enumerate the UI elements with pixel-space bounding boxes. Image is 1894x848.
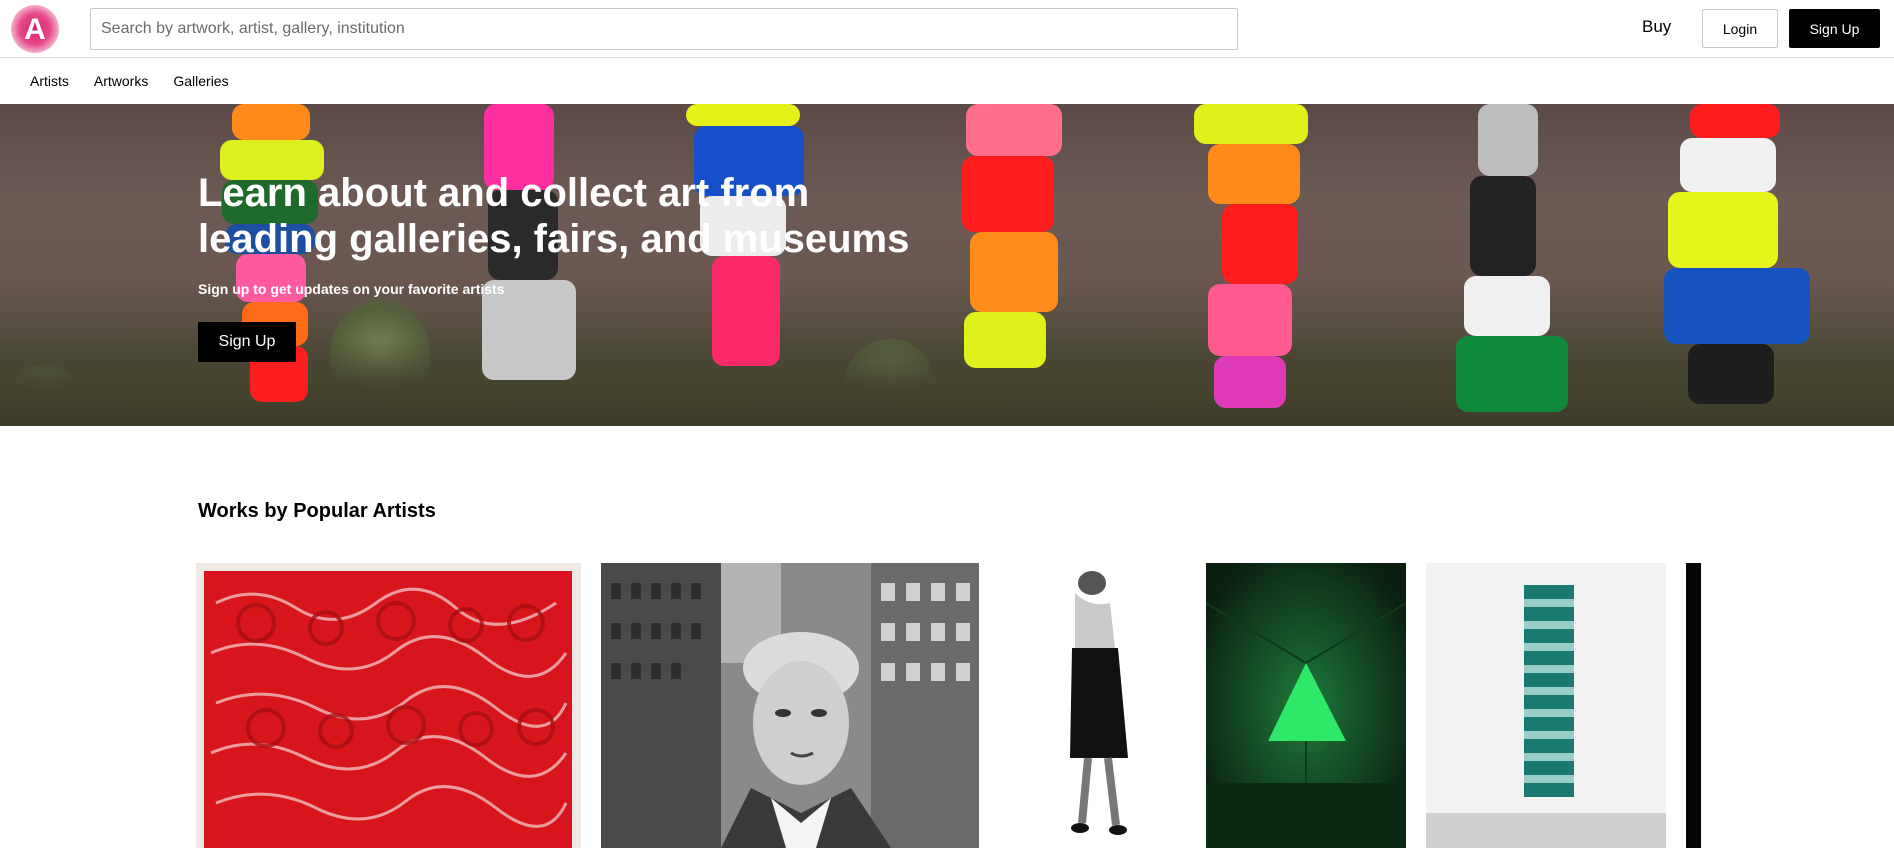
hero-title: Learn about and collect art from leading… xyxy=(198,171,910,261)
login-button[interactable]: Login xyxy=(1702,9,1778,48)
header-signup-button[interactable]: Sign Up xyxy=(1789,9,1880,48)
search-input[interactable] xyxy=(90,8,1238,50)
section-title: Works by Popular Artists xyxy=(198,500,436,522)
rock xyxy=(962,156,1054,232)
rock xyxy=(1456,336,1568,412)
rock xyxy=(1668,192,1778,268)
subnav-item-galleries[interactable]: Galleries xyxy=(173,73,228,89)
hero-subtitle: Sign up to get updates on your favorite … xyxy=(198,281,505,297)
rock xyxy=(1470,176,1536,276)
rock xyxy=(1214,356,1286,408)
rock xyxy=(1464,276,1550,336)
rock xyxy=(1194,104,1308,144)
artwork-card[interactable] xyxy=(1686,563,1701,848)
artwork-image xyxy=(1426,563,1666,848)
rock xyxy=(966,104,1062,156)
hero-banner: Learn about and collect art from leading… xyxy=(0,104,1894,426)
subnav-item-artworks[interactable]: Artworks xyxy=(94,73,148,89)
subnav: Artists Artworks Galleries xyxy=(0,58,1894,104)
rock xyxy=(1208,284,1292,356)
rock xyxy=(1222,204,1298,284)
artwork-card[interactable] xyxy=(1426,563,1666,848)
rock xyxy=(970,232,1058,312)
artwork-image xyxy=(196,563,581,848)
rock xyxy=(964,312,1046,368)
rock xyxy=(712,256,780,366)
artwork-card[interactable] xyxy=(196,563,581,848)
subnav-item-artists[interactable]: Artists xyxy=(30,73,69,89)
rock xyxy=(1664,268,1810,344)
rock xyxy=(1478,104,1538,176)
artwork-card[interactable] xyxy=(1206,563,1406,848)
rock xyxy=(686,104,800,126)
rock xyxy=(1690,104,1780,138)
artwork-card[interactable] xyxy=(1000,563,1185,848)
rock xyxy=(232,104,310,140)
artwork-image xyxy=(601,563,979,848)
hero-signup-button[interactable]: Sign Up xyxy=(198,322,296,362)
artwork-image xyxy=(1206,563,1406,848)
buy-link[interactable]: Buy xyxy=(1642,17,1671,37)
logo[interactable]: A xyxy=(11,5,59,53)
artwork-image xyxy=(1686,563,1701,848)
rock xyxy=(1688,344,1774,404)
top-header: A Buy Login Sign Up xyxy=(0,0,1894,58)
logo-letter: A xyxy=(24,12,46,46)
artwork-card[interactable] xyxy=(601,563,979,848)
rock xyxy=(1208,144,1300,204)
artwork-image xyxy=(1000,563,1185,848)
rock xyxy=(1680,138,1776,192)
